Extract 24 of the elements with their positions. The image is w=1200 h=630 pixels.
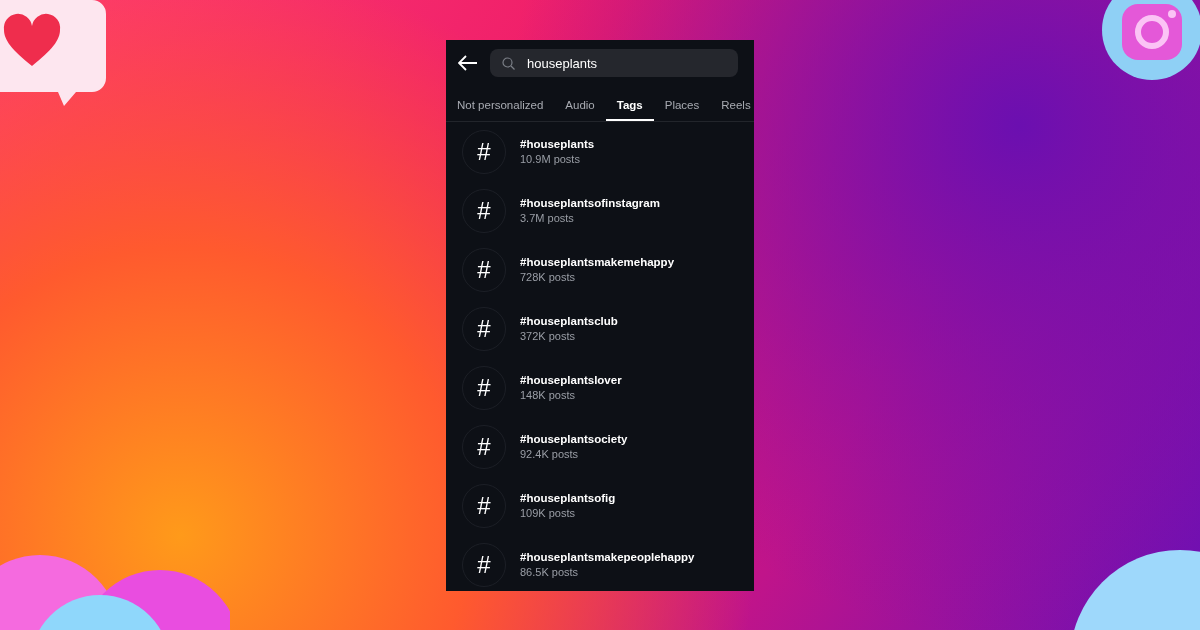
post-count: 148K posts <box>520 389 577 401</box>
search-icon <box>502 56 515 70</box>
post-count: 3.7M posts <box>520 212 575 224</box>
tab[interactable]: Reels <box>710 90 754 121</box>
tab[interactable]: Tags <box>605 90 654 121</box>
post-count: 92.4K posts <box>520 448 580 460</box>
hashtag-name: #houseplantsofinstagram <box>520 197 660 209</box>
post-count: 10.9M posts <box>520 153 581 165</box>
hashtag-name: #houseplantslover <box>520 374 622 386</box>
tab[interactable]: Places <box>653 90 711 121</box>
tab[interactable]: Not personalized <box>446 90 555 121</box>
post-count: 372K posts <box>520 330 577 342</box>
search-field[interactable]: houseplants <box>490 49 738 77</box>
post-count: 728K posts <box>520 271 577 283</box>
hashtag-name: #houseplants <box>520 138 595 150</box>
hashtag-name: #houseplantsofig <box>520 492 616 504</box>
hashtag-name: #houseplantsociety <box>520 433 628 445</box>
tab[interactable]: Audio <box>554 90 606 121</box>
hashtag-name: #houseplantsmakepeoplehappy <box>520 551 695 563</box>
back-arrow-icon[interactable] <box>458 55 478 71</box>
hashtag-name: #houseplantsmakemehappy <box>520 256 675 268</box>
post-count: 109K posts <box>520 507 577 519</box>
post-count: 86.5K posts <box>520 566 580 578</box>
hashtag-name: #houseplantsclub <box>520 315 618 327</box>
